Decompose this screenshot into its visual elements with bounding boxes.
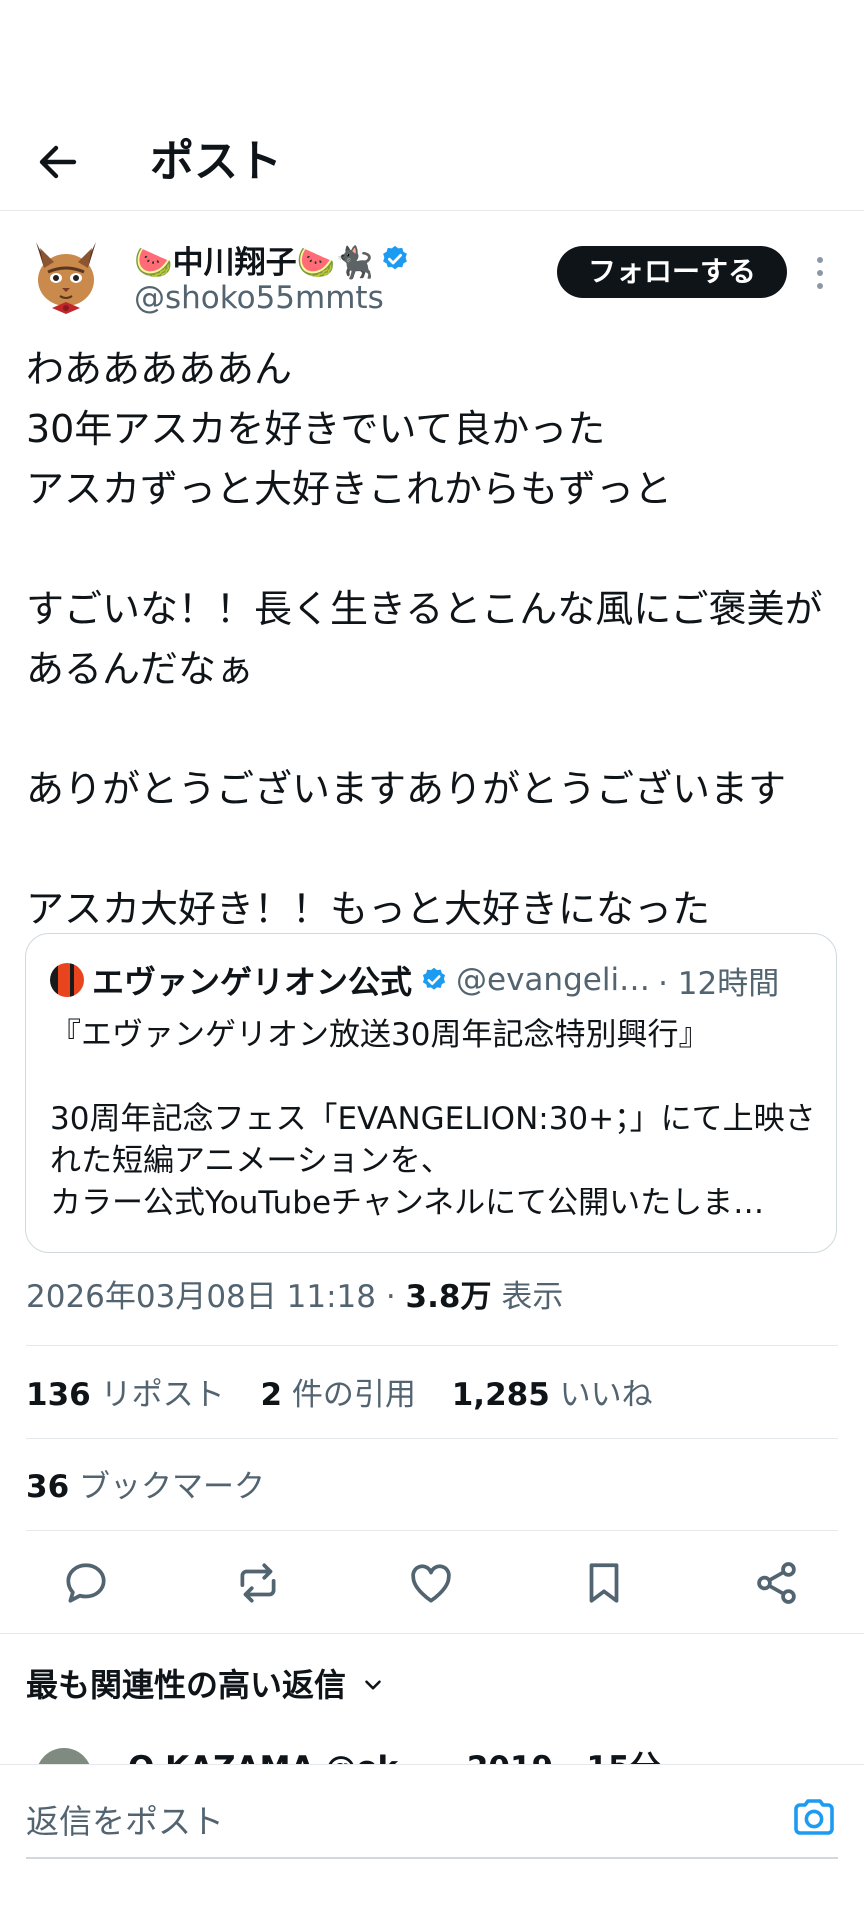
author-display-name[interactable]: 🍉中川翔子🍉🐈‍⬛	[134, 237, 374, 282]
avatar[interactable]	[26, 238, 106, 318]
author-name-row[interactable]: 🍉中川翔子🍉🐈‍⬛	[134, 236, 410, 282]
back-arrow-icon[interactable]	[34, 138, 82, 186]
engagement-stats: 136 リポスト 2 件の引用 1,285 いいね	[26, 1370, 679, 1420]
divider	[0, 1633, 864, 1634]
reply-input-underline	[26, 1857, 838, 1859]
quoted-author-handle: @evangeli…	[456, 962, 651, 998]
divider	[26, 1345, 838, 1346]
repost-icon[interactable]	[233, 1558, 283, 1608]
reply-sort-dropdown[interactable]: 最も関連性の高い返信	[26, 1660, 386, 1710]
more-icon[interactable]	[808, 254, 832, 292]
post-text: わあああああん 30年アスカを好きでいて良かった アスカずっと大好きこれからもず…	[26, 347, 823, 931]
page-title: ポスト	[150, 136, 282, 187]
likes-stat[interactable]: 1,285 いいね	[452, 1377, 679, 1413]
reply-author-name: O KAZAMA @ok... · 2019 · 15分	[128, 1748, 661, 1764]
reply-icon[interactable]	[61, 1558, 111, 1608]
follow-button[interactable]: フォローする	[557, 246, 787, 298]
avatar[interactable]	[36, 1748, 92, 1764]
top-bar: ポスト	[0, 110, 864, 211]
quoted-post-card[interactable]: エヴァンゲリオン公式 @evangeli… · 12時間 『エヴァンゲリオン放送…	[25, 933, 837, 1253]
post-timestamp-views: 2026年03月08日 11:18 · 3.8万 表示	[26, 1272, 563, 1322]
verified-badge-icon	[422, 967, 446, 990]
views-count: 3.8万	[405, 1279, 492, 1315]
verified-badge-icon	[382, 245, 407, 270]
reply-sort-label: 最も関連性の高い返信	[26, 1666, 347, 1704]
evangelion-logo-icon	[50, 963, 84, 997]
quoted-post-header: エヴァンゲリオン公式 @evangeli… · 12時間	[50, 956, 820, 1004]
bookmarks-stat[interactable]: 36 ブックマーク	[26, 1462, 265, 1512]
bookmark-icon[interactable]	[579, 1558, 629, 1608]
reply-item[interactable]: O KAZAMA @ok... · 2019 · 15分	[0, 1748, 864, 1764]
action-bar	[0, 1548, 864, 1618]
camera-icon[interactable]	[790, 1793, 838, 1841]
reposts-stat[interactable]: 136 リポスト	[26, 1377, 251, 1413]
divider	[26, 1530, 838, 1531]
chevron-down-icon	[365, 1680, 381, 1690]
quotes-stat[interactable]: 2 件の引用	[260, 1377, 441, 1413]
quoted-author-name: エヴァンゲリオン公式	[92, 963, 413, 1001]
post-datetime: 2026年03月08日 11:18 ·	[26, 1279, 406, 1315]
quoted-post-time: · 12時間	[658, 965, 780, 1002]
views-label: 表示	[491, 1279, 564, 1315]
author-handle[interactable]: @shoko55mmts	[134, 280, 384, 316]
share-icon[interactable]	[752, 1558, 802, 1608]
reply-input[interactable]: 返信をポスト	[26, 1795, 224, 1843]
like-icon[interactable]	[406, 1558, 456, 1608]
quoted-post-text: 『エヴァンゲリオン放送30周年記念特別興行』 30周年記念フェス「EVANGEL…	[50, 1017, 816, 1221]
divider	[26, 1438, 838, 1439]
reply-composer: 返信をポスト	[0, 1764, 864, 1921]
